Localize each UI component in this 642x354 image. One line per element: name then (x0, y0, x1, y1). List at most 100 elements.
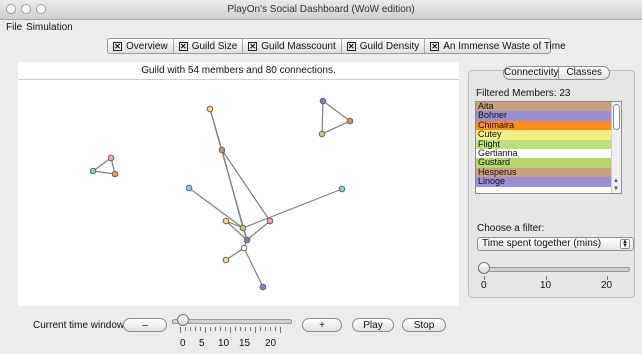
title-bar: PlayOn's Social Dashboard (WoW edition) (0, 0, 642, 20)
checkbox-checked-icon[interactable]: ✕ (178, 41, 188, 51)
menu-bar: File Simulation (0, 20, 642, 36)
graph-edge (92, 170, 116, 175)
graph-edge (243, 247, 264, 288)
slider-thumb[interactable] (177, 314, 189, 326)
filtered-members-count: Filtered Members: 23 (476, 88, 571, 99)
graph-node[interactable] (243, 236, 251, 244)
checkbox-checked-icon[interactable]: ✕ (113, 41, 122, 51)
slider-tick (220, 327, 221, 331)
graph-node[interactable] (206, 105, 214, 113)
window-title: PlayOn's Social Dashboard (WoW edition) (227, 4, 415, 15)
tab-label: Overview (126, 40, 168, 52)
graph-node[interactable] (107, 154, 115, 162)
graph-node[interactable] (222, 217, 230, 225)
tab-guild-masscount[interactable]: ✕ Guild Masscount (243, 39, 342, 53)
slider-tick (270, 327, 271, 331)
slider-tick (230, 327, 231, 333)
filter-threshold-slider[interactable]: 0 10 20 (478, 262, 630, 292)
graph-edge (221, 149, 271, 222)
slider-track (172, 319, 292, 324)
slider-tick-label: 0 (180, 338, 186, 349)
graph-edge (242, 188, 343, 229)
slider-tick-label: 20 (601, 280, 613, 291)
network-graph[interactable] (18, 62, 459, 306)
slider-tick (185, 327, 186, 331)
slider-tick (180, 327, 181, 333)
menu-simulation[interactable]: Simulation (26, 22, 73, 33)
filter-panel-tabs: Connectivity Classes (503, 66, 610, 80)
tab-immense-waste-of-time[interactable]: ✕ An Immense Waste of Time (425, 39, 570, 53)
time-window-slider[interactable]: 0 5 10 15 20 (172, 312, 292, 352)
filter-select-value: Time spent together (mins) (482, 238, 602, 249)
graph-node[interactable] (89, 167, 97, 175)
graph-node[interactable] (240, 244, 248, 252)
time-window-minus-button[interactable]: – (123, 318, 167, 332)
slider-tick-label: 10 (218, 338, 230, 349)
graph-node[interactable] (318, 130, 326, 138)
tab-label: Guild Density (359, 40, 420, 52)
slider-tick (200, 327, 201, 331)
slider-tick-label: 10 (540, 280, 552, 291)
slider-tick (255, 327, 256, 333)
graph-node[interactable] (185, 184, 193, 192)
member-list-item[interactable]: Linoge (476, 176, 613, 187)
slider-ticks (180, 327, 285, 337)
view-tab-bar: ✕ Overview ✕ Guild Size ✕ Guild Masscoun… (107, 38, 566, 54)
graph-edge (321, 120, 351, 135)
tab-overview[interactable]: ✕ Overview (108, 39, 174, 53)
slider-tick (260, 327, 261, 331)
scroll-up-arrow-icon[interactable]: ▲ (613, 178, 619, 184)
member-name: Linoge (478, 176, 506, 187)
filter-label: Choose a filter: (477, 223, 545, 234)
member-list-scrollbar[interactable]: ▲ ▼ (611, 102, 621, 193)
time-window-plus-button[interactable]: + (302, 318, 342, 332)
slider-tick (205, 327, 206, 333)
graph-node[interactable] (111, 170, 119, 178)
slider-tick (240, 327, 241, 331)
slider-tick (215, 327, 216, 331)
play-button[interactable]: Play (352, 318, 394, 332)
slider-track (478, 267, 630, 272)
select-stepper-icon: ▲ ▼ (620, 239, 630, 249)
graph-node[interactable] (239, 224, 247, 232)
tab-connectivity[interactable]: Connectivity (504, 67, 558, 79)
slider-tick (190, 327, 191, 331)
slider-tick (195, 327, 196, 331)
time-window-label: Current time window: (33, 320, 127, 331)
scrollbar-thumb[interactable] (613, 104, 620, 130)
menu-file[interactable]: File (6, 22, 22, 33)
checkbox-checked-icon[interactable]: ✕ (430, 41, 440, 51)
graph-node[interactable] (338, 185, 346, 193)
tab-guild-size[interactable]: ✕ Guild Size (174, 39, 244, 53)
graph-node[interactable] (346, 117, 354, 125)
graph-node[interactable] (266, 217, 274, 225)
slider-tick-label: 15 (239, 338, 251, 349)
tab-label: An Immense Waste of Time (443, 40, 566, 52)
slider-tick (265, 327, 266, 331)
tab-label: Guild Masscount (261, 40, 336, 52)
time-controls: Current time window: – 0 5 10 15 20 + Pl… (0, 306, 470, 354)
checkbox-checked-icon[interactable]: ✕ (346, 41, 356, 51)
slider-thumb[interactable] (478, 262, 490, 274)
filter-select[interactable]: Time spent together (mins) ▲ ▼ (477, 237, 634, 251)
slider-tick (235, 327, 236, 331)
app-window: PlayOn's Social Dashboard (WoW edition) … (0, 0, 642, 354)
graph-edge (188, 187, 244, 229)
graph-node[interactable] (218, 146, 226, 154)
graph-edge (221, 149, 244, 229)
checkbox-checked-icon[interactable]: ✕ (248, 41, 258, 51)
slider-tick (225, 327, 226, 331)
tab-guild-density[interactable]: ✕ Guild Density (342, 39, 426, 53)
stop-button[interactable]: Stop (402, 318, 446, 332)
slider-tick (250, 327, 251, 331)
member-list[interactable]: Aita Bohner Chimaira Cutey Flight Gertianna Gu… (475, 101, 622, 194)
scroll-down-arrow-icon[interactable]: ▼ (613, 186, 619, 192)
graph-node[interactable] (222, 256, 230, 264)
tab-label: Guild Size (191, 40, 238, 52)
graph-canvas[interactable] (18, 62, 459, 306)
slider-tick-label: 5 (199, 338, 205, 349)
slider-tick (275, 327, 276, 331)
graph-node[interactable] (259, 283, 267, 291)
graph-node[interactable] (319, 97, 327, 105)
tab-classes[interactable]: Classes (558, 67, 609, 79)
